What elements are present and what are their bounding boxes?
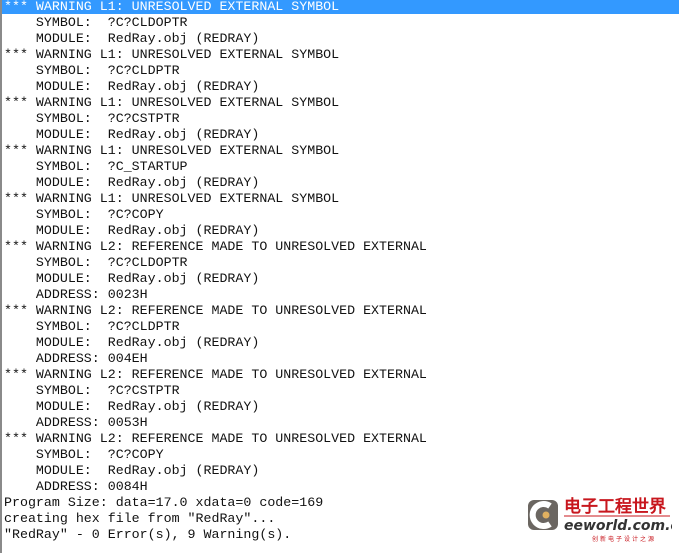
warning-line[interactable]: *** WARNING L1: UNRESOLVED EXTERNAL SYMB…	[2, 96, 679, 112]
warning-line[interactable]: *** WARNING L2: REFERENCE MADE TO UNRESO…	[2, 304, 679, 320]
output-line[interactable]: MODULE: RedRay.obj (REDRAY)	[2, 80, 679, 96]
build-output-panel[interactable]: *** WARNING L1: UNRESOLVED EXTERNAL SYMB…	[0, 0, 679, 553]
warning-line[interactable]: *** WARNING L1: UNRESOLVED EXTERNAL SYMB…	[2, 192, 679, 208]
output-line[interactable]: MODULE: RedRay.obj (REDRAY)	[2, 32, 679, 48]
warning-line[interactable]: *** WARNING L1: UNRESOLVED EXTERNAL SYMB…	[2, 0, 679, 14]
logo-en-text: eeworld.com.cn	[564, 518, 672, 534]
output-line[interactable]: SYMBOL: ?C?CSTPTR	[2, 112, 679, 128]
warning-line[interactable]: *** WARNING L2: REFERENCE MADE TO UNRESO…	[2, 240, 679, 256]
logo-cn-text: 电子工程世界	[564, 496, 666, 517]
output-line[interactable]: MODULE: RedRay.obj (REDRAY)	[2, 128, 679, 144]
output-line[interactable]: MODULE: RedRay.obj (REDRAY)	[2, 272, 679, 288]
output-line[interactable]: SYMBOL: ?C?COPY	[2, 448, 679, 464]
output-line[interactable]: ADDRESS: 004EH	[2, 352, 679, 368]
output-line[interactable]: MODULE: RedRay.obj (REDRAY)	[2, 224, 679, 240]
eeworld-watermark-logo: 电子工程世界 eeworld.com.cn 创新电子设计之源	[528, 496, 672, 543]
output-line[interactable]: SYMBOL: ?C?CLDPTR	[2, 320, 679, 336]
output-line[interactable]: SYMBOL: ?C?CLDOPTR	[2, 256, 679, 272]
output-line[interactable]: SYMBOL: ?C?CLDPTR	[2, 64, 679, 80]
warning-line[interactable]: *** WARNING L1: UNRESOLVED EXTERNAL SYMB…	[2, 48, 679, 64]
output-line[interactable]: ADDRESS: 0053H	[2, 416, 679, 432]
output-line[interactable]: MODULE: RedRay.obj (REDRAY)	[2, 336, 679, 352]
output-line[interactable]: MODULE: RedRay.obj (REDRAY)	[2, 400, 679, 416]
warning-line[interactable]: *** WARNING L2: REFERENCE MADE TO UNRESO…	[2, 368, 679, 384]
warning-line[interactable]: *** WARNING L2: REFERENCE MADE TO UNRESO…	[2, 432, 679, 448]
output-line[interactable]: SYMBOL: ?C_STARTUP	[2, 160, 679, 176]
output-line[interactable]: MODULE: RedRay.obj (REDRAY)	[2, 176, 679, 192]
output-line[interactable]: SYMBOL: ?C?COPY	[2, 208, 679, 224]
output-line[interactable]: SYMBOL: ?C?CSTPTR	[2, 384, 679, 400]
warning-line[interactable]: *** WARNING L1: UNRESOLVED EXTERNAL SYMB…	[2, 144, 679, 160]
output-line[interactable]: SYMBOL: ?C?CLDOPTR	[2, 16, 679, 32]
output-line[interactable]: ADDRESS: 0023H	[2, 288, 679, 304]
logo-slogan-text: 创新电子设计之源	[592, 535, 656, 543]
output-line[interactable]: MODULE: RedRay.obj (REDRAY)	[2, 464, 679, 480]
